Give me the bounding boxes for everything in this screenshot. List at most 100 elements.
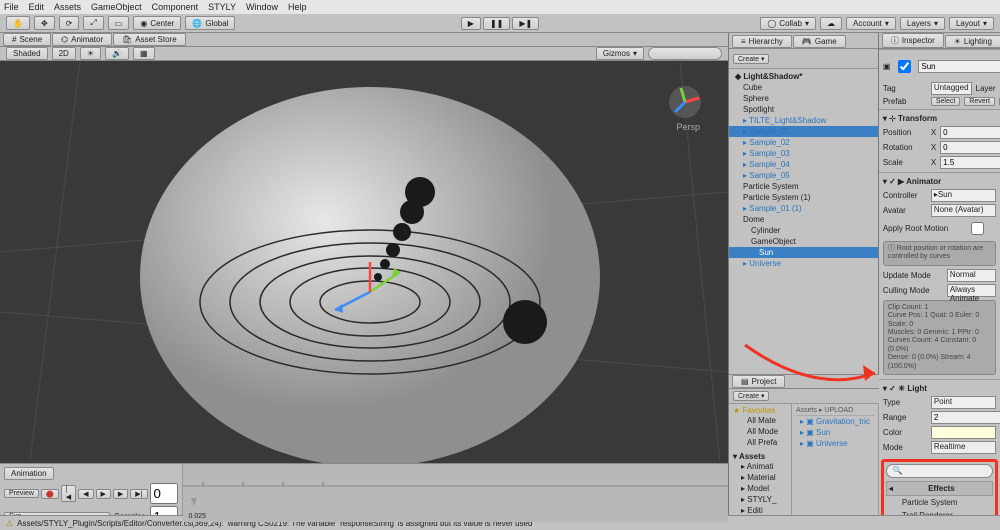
tab-animation[interactable]: Animation [4,467,54,480]
anim-last[interactable]: ▶| [130,489,147,499]
pos-x[interactable] [940,126,1000,139]
light-header[interactable]: ▾ ✓ ☀ Light [883,382,996,395]
anim-play[interactable]: ▶ [96,489,111,499]
menu-edit[interactable]: Edit [29,2,45,12]
project-breadcrumb[interactable]: Assets ▸ UPLOAD [796,406,874,416]
layout-dropdown[interactable]: Layout ▾ [949,17,994,30]
hierarchy-item[interactable]: ▸ Sample_02 [729,137,878,148]
fav-allpref[interactable]: All Prefa [733,437,787,448]
transform-header[interactable]: ▾ ⊹ Transform [883,112,996,125]
light-color[interactable] [931,426,996,439]
hierarchy-item[interactable]: ▸ Sample_01 (1) [729,203,878,214]
back-button[interactable]: ◂ [889,484,893,493]
menu-styly[interactable]: STYLY [208,2,236,12]
menu-window[interactable]: Window [246,2,278,12]
collab-dropdown[interactable]: ◯ Collab ▾ [760,17,816,30]
project-folder[interactable]: ▸ Animati [733,461,787,472]
hierarchy-item[interactable]: ▸ Sample_05 [729,170,878,181]
gizmos-dropdown[interactable]: Gizmos ▾ [596,47,644,60]
project-asset[interactable]: ▸ ▣ Gravitation_tric [796,416,874,427]
tab-game[interactable]: 🎮 Game [793,35,846,48]
hierarchy-item[interactable]: Spotlight [729,104,878,115]
tab-animator[interactable]: ⌬ Animator [52,33,112,46]
gameobject-name[interactable] [918,60,1000,73]
light-type[interactable]: Point [931,396,996,409]
hierarchy-item[interactable]: Particle System [729,181,878,192]
fav-allmat[interactable]: All Mate [733,415,787,426]
hierarchy-create[interactable]: Create ▾ [733,54,769,64]
pivot-global[interactable]: 🌐 Global [185,16,235,30]
hierarchy-item[interactable]: Sphere [729,93,878,104]
tool-rect[interactable]: ▭ [108,16,130,30]
account-dropdown[interactable]: Account ▾ [846,17,896,30]
rot-x[interactable] [940,141,1000,154]
hierarchy-item[interactable]: GameObject [729,236,878,247]
layers-dropdown[interactable]: Layers ▾ [900,17,945,30]
hierarchy-item[interactable]: Particle System (1) [729,192,878,203]
play-button[interactable]: ▶ [461,17,481,30]
tool-rotate[interactable]: ⟳ [59,16,80,30]
tab-inspector[interactable]: ⓘ Inspector [882,33,944,48]
root-motion-checkbox[interactable] [971,222,984,235]
animator-header[interactable]: ▾ ✓ ▶ Animator [883,175,996,188]
effects-item-particle-system[interactable]: Particle System [886,496,993,509]
tag-dropdown[interactable]: Untagged [931,82,972,95]
culling-mode[interactable]: Always Animate [947,284,996,297]
menu-component[interactable]: Component [152,2,199,12]
project-folder[interactable]: ▸ Material [733,472,787,483]
pause-button[interactable]: ❚❚ [483,17,510,30]
menu-gameobject[interactable]: GameObject [91,2,142,12]
2d-toggle[interactable]: 2D [52,47,76,60]
tab-assetstore[interactable]: 🛍 Asset Store [113,33,186,46]
fav-allmod[interactable]: All Mode [733,426,787,437]
hierarchy-item[interactable]: Cylinder [729,225,878,236]
scene-search[interactable] [648,47,722,60]
scl-x[interactable] [940,156,1000,169]
tab-lighting[interactable]: ☀ Lighting [945,35,1000,48]
menu-file[interactable]: File [4,2,19,12]
pivot-center[interactable]: ◉ Center [133,16,181,30]
audio-toggle[interactable]: 🔊 [105,47,129,60]
menu-assets[interactable]: Assets [54,2,81,12]
prefab-select[interactable]: Select [931,97,960,106]
component-search[interactable] [886,464,993,478]
project-asset[interactable]: ▸ ▣ Sun [796,427,874,438]
cloud-button[interactable]: ☁ [820,17,842,30]
light-range[interactable] [931,411,1000,424]
tab-scene[interactable]: # Scene [3,33,51,46]
update-mode[interactable]: Normal [947,269,996,282]
lighting-toggle[interactable]: ☀ [80,47,101,60]
fx-toggle[interactable]: ▦ [133,47,155,60]
project-folder[interactable]: ▸ STYLY_ [733,494,787,505]
anim-next[interactable]: ▶ [113,489,128,499]
gameobject-active[interactable] [898,60,911,73]
scene-viewport[interactable]: Persp [0,61,728,463]
tab-hierarchy[interactable]: ≡ Hierarchy [732,35,792,48]
light-mode[interactable]: Realtime [931,441,996,454]
scene-root[interactable]: ◆ Light&Shadow* [729,71,878,82]
tool-move[interactable]: ✥ [34,16,55,30]
hierarchy-item[interactable]: ▸ Sample_01 [729,126,878,137]
anim-frame[interactable] [150,483,178,504]
tool-hand[interactable]: ✋ [6,16,30,30]
hierarchy-item[interactable]: Dome [729,214,878,225]
hierarchy-item[interactable]: ▸ Sample_04 [729,159,878,170]
project-asset[interactable]: ▸ ▣ Universe [796,438,874,449]
assets-header[interactable]: ▾ Assets [733,452,787,461]
anim-first[interactable]: |◀ [61,485,76,502]
avatar-field[interactable]: None (Avatar) [931,204,996,217]
shaded-dropdown[interactable]: Shaded [6,47,48,60]
hierarchy-item[interactable]: ▸ Universe [729,258,878,269]
hierarchy-item[interactable]: ▸ TILTE_Light&Shadow [729,115,878,126]
anim-prev[interactable]: ◀ [78,489,93,499]
menu-help[interactable]: Help [288,2,307,12]
project-create[interactable]: Create ▾ [733,391,769,401]
hierarchy-item[interactable]: ▸ Sample_03 [729,148,878,159]
tool-scale[interactable]: ⤢ [83,16,103,30]
hierarchy-item[interactable]: Cube [729,82,878,93]
anim-record[interactable]: ⬤ [41,489,59,499]
tab-project[interactable]: ▤ Project [732,375,785,388]
prefab-revert[interactable]: Revert [964,97,995,106]
hierarchy-item[interactable]: Sun [729,247,878,258]
step-button[interactable]: ▶❚ [512,17,539,30]
